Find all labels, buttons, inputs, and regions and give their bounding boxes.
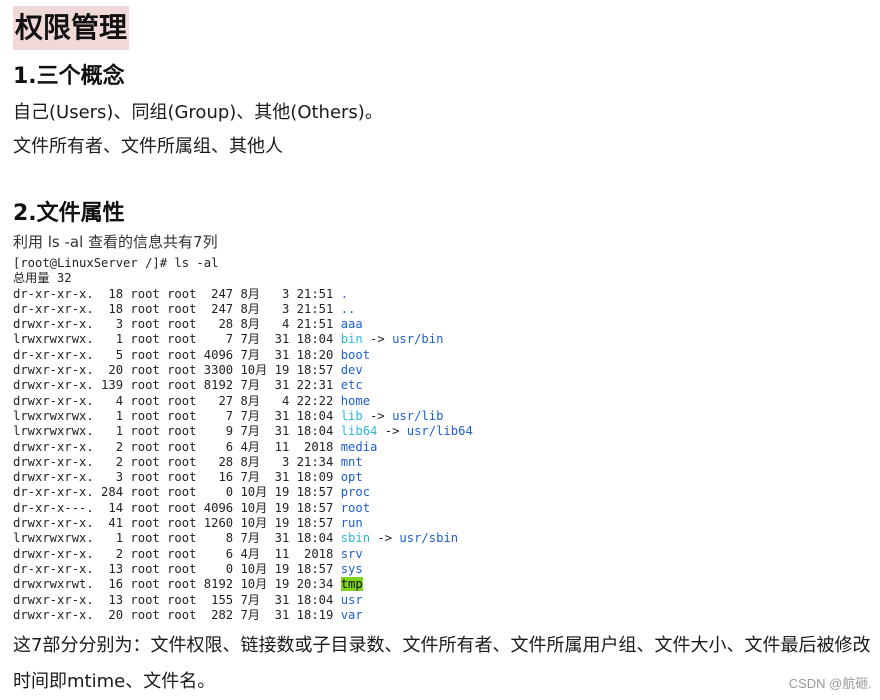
listing-row-filename: root [340,500,371,515]
listing-row-meta: drwxr-xr-x. 139 root root 8192 7月 31 22:… [13,378,341,393]
listing-row-filename: run [340,516,363,531]
listing-row: drwxr-xr-x. 20 root root 3300 10月 19 18:… [13,363,533,378]
listing-row-filename: dev [340,363,363,378]
symlink-target: usr/lib [392,408,444,423]
listing-row: dr-xr-xr-x. 284 root root 0 10月 19 18:57… [13,485,533,500]
symlink-arrow: -> [362,332,393,347]
listing-row-meta: dr-xr-x---. 14 root root 4096 10月 19 18:… [13,500,341,515]
listing-row-meta: drwxrwxrwt. 16 root root 8192 10月 19 20:… [13,577,341,592]
listing-row-meta: drwxr-xr-x. 13 root root 155 7月 31 18:04 [13,592,341,607]
listing-row-meta: drwxr-xr-x. 20 root root 3300 10月 19 18:… [13,363,341,378]
listing-row-filename: sys [340,561,363,576]
symlink-arrow: -> [362,408,393,423]
listing-row: drwxr-xr-x. 20 root root 282 7月 31 18:19… [13,608,533,623]
listing-row-filename: mnt [340,454,363,469]
listing-row: drwxr-xr-x. 41 root root 1260 10月 19 18:… [13,516,533,531]
listing-row-filename: home [340,393,371,408]
section-heading-attributes: 2.文件属性 [13,201,125,226]
listing-row-meta: drwxr-xr-x. 2 root root 6 4月 11 2018 [13,439,341,454]
listing-row-meta: lrwxrwxrwx. 1 root root 7 7月 31 18:04 [13,408,341,423]
listing-row-meta: dr-xr-xr-x. 284 root root 0 10月 19 18:57 [13,485,341,500]
listing-row: drwxr-xr-x. 139 root root 8192 7月 31 22:… [13,378,533,393]
listing-row: drwxr-xr-x. 2 root root 28 8月 3 21:34 mn… [13,455,533,470]
listing-row-filename: var [340,607,363,622]
listing-row-meta: drwxr-xr-x. 41 root root 1260 10月 19 18:… [13,516,341,531]
concepts-line-2: 文件所有者、文件所属组、其他人 [13,136,283,157]
listing-row: drwxr-xr-x. 13 root root 155 7月 31 18:04… [13,593,533,608]
listing-row-filename: aaa [340,317,363,332]
listing-row: drwxr-xr-x. 2 root root 6 4月 11 2018 med… [13,440,533,455]
listing-row-filename: . [340,286,349,301]
listing-row: lrwxrwxrwx. 1 root root 7 7月 31 18:04 bi… [13,332,533,347]
summary-text: 这7部分分别为：文件权限、链接数或子目录数、文件所有者、文件所属用户组、文件大小… [13,635,871,692]
concepts-line-1: 自己(Users)、同组(Group)、其他(Others)。 [13,102,383,123]
listing-row-filename: boot [340,347,371,362]
listing-row-filename: proc [340,485,371,500]
listing-row: dr-xr-xr-x. 13 root root 0 10月 19 18:57 … [13,562,533,577]
listing-row-meta: drwxr-xr-x. 2 root root 28 8月 3 21:34 [13,454,341,469]
listing-rows: dr-xr-xr-x. 18 root root 247 8月 3 21:51 … [13,287,533,624]
section-heading-concepts: 1.三个概念 [13,64,125,89]
listing-row-meta: drwxr-xr-x. 3 root root 28 8月 4 21:51 [13,317,341,332]
listing-row-meta: drwxr-xr-x. 3 root root 16 7月 31 18:09 [13,470,341,485]
listing-row-filename: lib [340,408,363,423]
listing-row-filename: usr [340,592,363,607]
listing-row: dr-xr-xr-x. 18 root root 247 8月 3 21:51 … [13,302,533,317]
symlink-arrow: -> [370,531,400,546]
listing-row: lrwxrwxrwx. 1 root root 9 7月 31 18:04 li… [13,424,533,439]
listing-row-meta: lrwxrwxrwx. 1 root root 8 7月 31 18:04 [13,531,341,546]
listing-row: dr-xr-xr-x. 5 root root 4096 7月 31 18:20… [13,348,533,363]
listing-row-filename: media [340,439,378,454]
listing-row-filename: tmp [340,577,363,592]
listing-row: drwxr-xr-x. 4 root root 27 8月 4 22:22 ho… [13,394,533,409]
page-title: 权限管理 [13,6,130,50]
symlink-target: usr/bin [392,332,444,347]
listing-row: drwxrwxrwt. 16 root root 8192 10月 19 20:… [13,577,533,592]
listing-row-filename: opt [340,470,363,485]
listing-row-filename: etc [340,378,363,393]
listing-row: drwxr-xr-x. 3 root root 28 8月 4 21:51 aa… [13,317,533,332]
attributes-intro: 利用 ls -al 查看的信息共有7列 [13,233,218,251]
listing-row-filename: srv [340,546,363,561]
listing-row-filename: .. [340,301,356,316]
listing-row-meta: drwxr-xr-x. 4 root root 27 8月 4 22:22 [13,393,341,408]
listing-row: drwxr-xr-x. 2 root root 6 4月 11 2018 srv [13,547,533,562]
listing-row-meta: dr-xr-xr-x. 5 root root 4096 7月 31 18:20 [13,347,341,362]
listing-row-filename: sbin [340,531,371,546]
listing-row-meta: lrwxrwxrwx. 1 root root 9 7月 31 18:04 [13,424,341,439]
listing-row-filename: bin [340,332,363,347]
terminal-output: [root@LinuxServer /]# ls -al 总用量 32 dr-x… [13,256,533,623]
listing-row: drwxr-xr-x. 3 root root 16 7月 31 18:09 o… [13,470,533,485]
symlink-arrow: -> [377,424,407,439]
listing-row-filename: lib64 [340,424,378,439]
listing-row-meta: drwxr-xr-x. 2 root root 6 4月 11 2018 [13,546,341,561]
symlink-target: usr/sbin [399,531,459,546]
listing-row: lrwxrwxrwx. 1 root root 7 7月 31 18:04 li… [13,409,533,424]
symlink-target: usr/lib64 [406,424,473,439]
listing-row: dr-xr-x---. 14 root root 4096 10月 19 18:… [13,501,533,516]
csdn-watermark: CSDN @航砸. [788,676,872,691]
listing-row-meta: lrwxrwxrwx. 1 root root 7 7月 31 18:04 [13,332,341,347]
listing-row: lrwxrwxrwx. 1 root root 8 7月 31 18:04 sb… [13,531,533,546]
terminal-total: 总用量 32 [13,271,72,286]
terminal-prompt: [root@LinuxServer /]# ls -al [13,256,219,270]
listing-row-meta: dr-xr-xr-x. 18 root root 247 8月 3 21:51 [13,286,341,301]
listing-row-meta: dr-xr-xr-x. 13 root root 0 10月 19 18:57 [13,561,341,576]
listing-row-meta: dr-xr-xr-x. 18 root root 247 8月 3 21:51 [13,301,341,316]
listing-row: dr-xr-xr-x. 18 root root 247 8月 3 21:51 … [13,287,533,302]
listing-row-meta: drwxr-xr-x. 20 root root 282 7月 31 18:19 [13,607,341,622]
